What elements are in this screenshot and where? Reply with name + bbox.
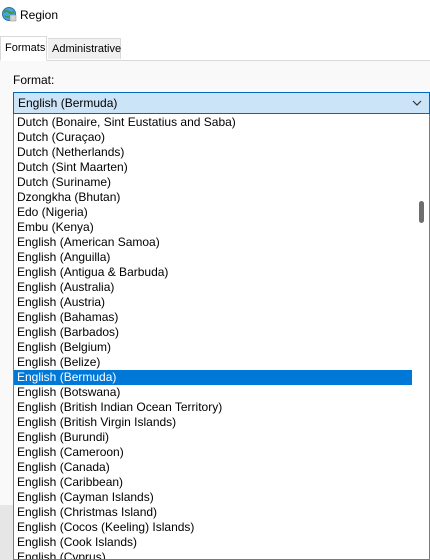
- format-option[interactable]: English (Cayman Islands): [14, 490, 412, 505]
- format-option[interactable]: English (Cyprus): [14, 550, 412, 559]
- format-option[interactable]: English (Caribbean): [14, 475, 412, 490]
- format-option[interactable]: English (Bahamas): [14, 310, 412, 325]
- format-option[interactable]: English (Cameroon): [14, 445, 412, 460]
- background-strip: [0, 505, 13, 560]
- format-option[interactable]: English (Belize): [14, 355, 412, 370]
- format-option[interactable]: English (Canada): [14, 460, 412, 475]
- tab-strip: Formats Administrative: [0, 36, 430, 61]
- format-option[interactable]: English (Anguilla): [14, 250, 412, 265]
- format-option[interactable]: English (American Samoa): [14, 235, 412, 250]
- chevron-down-icon[interactable]: [411, 97, 423, 109]
- window-title: Region: [20, 8, 59, 22]
- format-option[interactable]: English (Australia): [14, 280, 412, 295]
- format-option[interactable]: English (Belgium): [14, 340, 412, 355]
- region-globe-icon: [2, 7, 17, 22]
- format-options-list[interactable]: Dutch (Bonaire, Sint Eustatius and Saba)…: [13, 114, 430, 560]
- scrollbar-thumb[interactable]: [419, 201, 424, 223]
- list-scrollbar[interactable]: [413, 114, 429, 559]
- format-option[interactable]: Dutch (Suriname): [14, 175, 412, 190]
- format-option[interactable]: English (British Virgin Islands): [14, 415, 412, 430]
- format-option[interactable]: Dutch (Netherlands): [14, 145, 412, 160]
- format-option[interactable]: Embu (Kenya): [14, 220, 412, 235]
- format-option[interactable]: English (Bermuda): [14, 370, 412, 385]
- format-selected-value: English (Bermuda): [18, 96, 118, 110]
- format-option[interactable]: English (Cocos (Keeling) Islands): [14, 520, 412, 535]
- tab-administrative[interactable]: Administrative: [48, 38, 121, 59]
- format-option[interactable]: English (Austria): [14, 295, 412, 310]
- format-option[interactable]: English (Botswana): [14, 385, 412, 400]
- format-option[interactable]: Edo (Nigeria): [14, 205, 412, 220]
- format-option[interactable]: English (Burundi): [14, 430, 412, 445]
- format-option[interactable]: English (Cook Islands): [14, 535, 412, 550]
- tab-formats[interactable]: Formats: [0, 36, 47, 61]
- format-option[interactable]: Dutch (Bonaire, Sint Eustatius and Saba): [14, 115, 412, 130]
- format-dropdown[interactable]: English (Bermuda): [13, 92, 430, 114]
- format-option[interactable]: English (British Indian Ocean Territory): [14, 400, 412, 415]
- format-option[interactable]: English (Antigua & Barbuda): [14, 265, 412, 280]
- format-option[interactable]: English (Barbados): [14, 325, 412, 340]
- format-option[interactable]: Dutch (Sint Maarten): [14, 160, 412, 175]
- title-bar: Region: [0, 0, 430, 32]
- format-option[interactable]: Dutch (Curaçao): [14, 130, 412, 145]
- format-label: Format:: [13, 73, 55, 87]
- format-option[interactable]: English (Christmas Island): [14, 505, 412, 520]
- format-option[interactable]: Dzongkha (Bhutan): [14, 190, 412, 205]
